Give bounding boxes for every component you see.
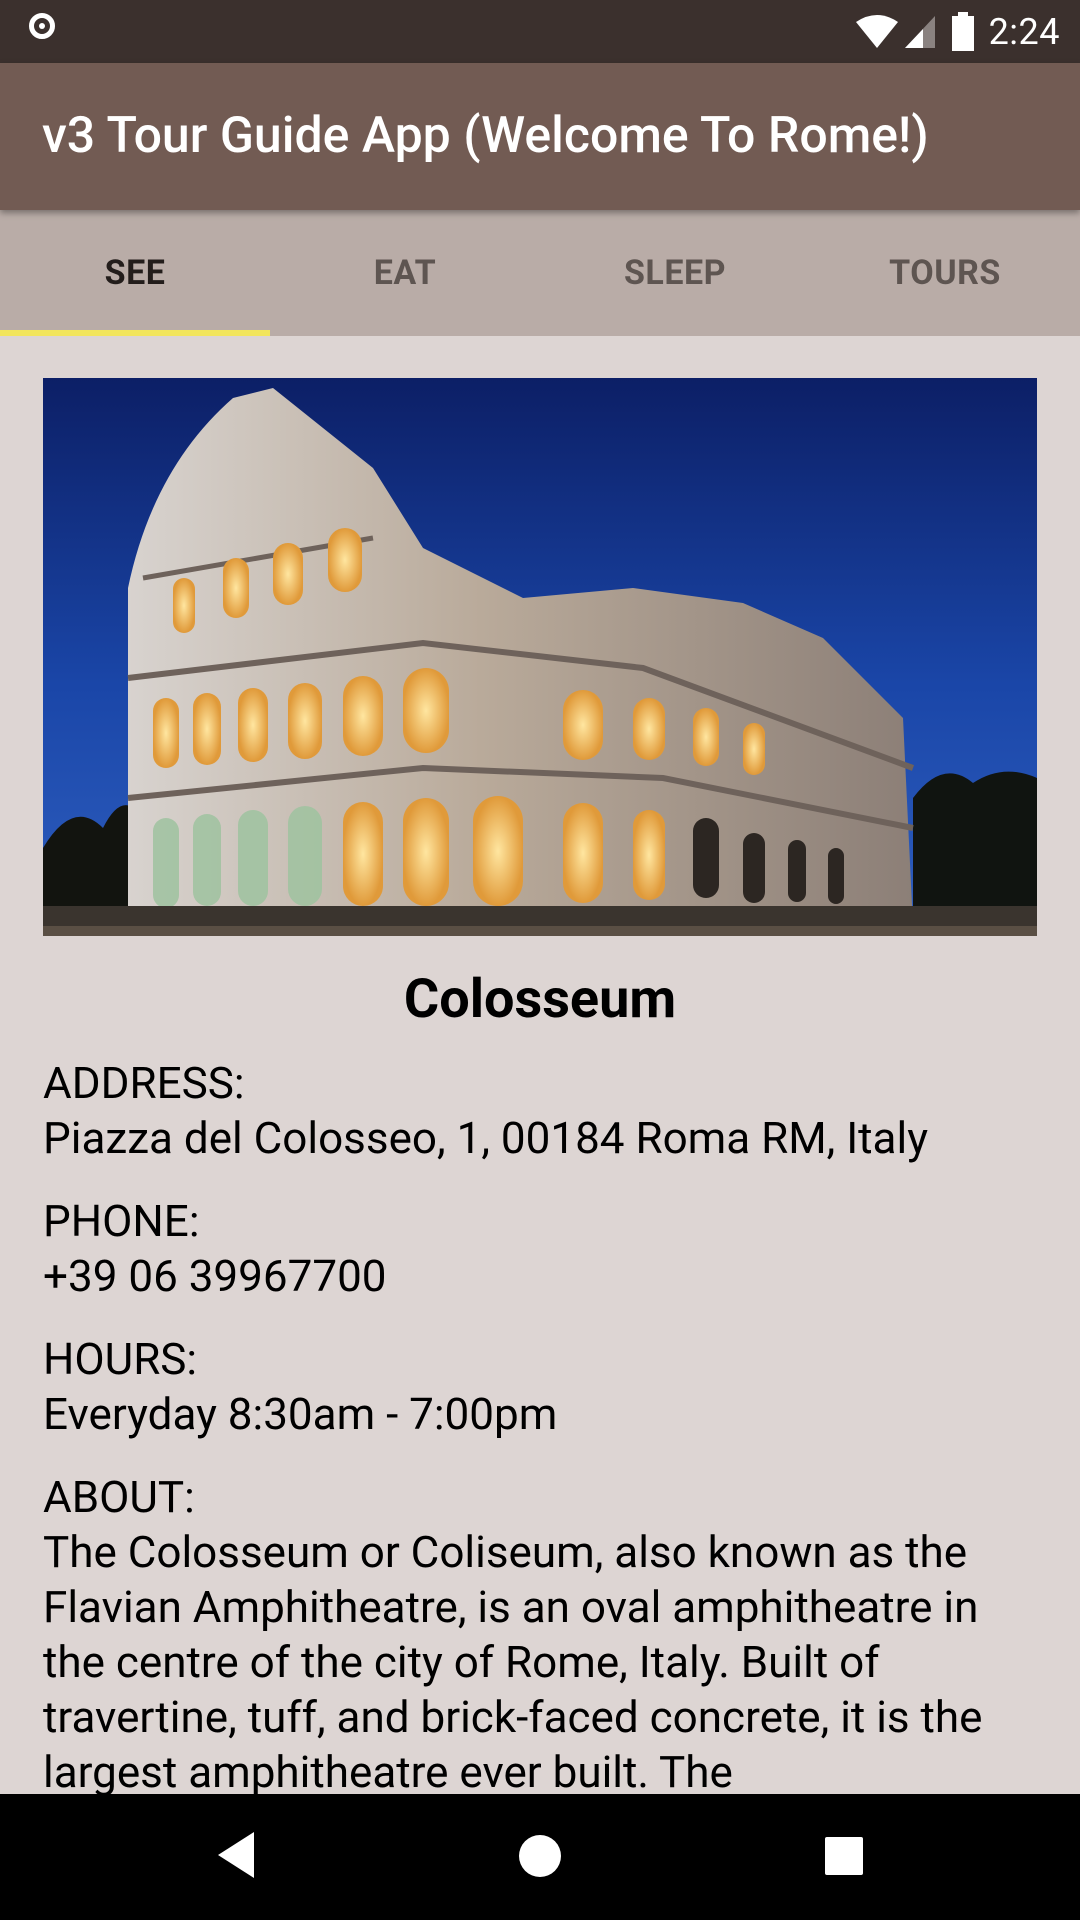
hours-section: HOURS: Everyday 8:30am - 7:00pm xyxy=(43,1332,1043,1442)
status-icons: 2:24 xyxy=(855,6,1060,58)
status-time: 2:24 xyxy=(988,11,1060,53)
navigation-bar xyxy=(0,1794,1080,1920)
record-icon xyxy=(29,13,55,39)
tab-sleep[interactable]: SLEEP xyxy=(540,210,810,336)
tab-label: EAT xyxy=(373,253,437,293)
about-section: ABOUT: The Colosseum or Coliseum, also k… xyxy=(43,1470,1043,1794)
place-info: ADDRESS: Piazza del Colosseo, 1, 00184 R… xyxy=(43,1056,1043,1794)
place-detail[interactable]: Colosseum ADDRESS: Piazza del Colosseo, … xyxy=(0,336,1080,1794)
address-value: Piazza del Colosseo, 1, 00184 Roma RM, I… xyxy=(43,1112,929,1164)
battery-icon xyxy=(951,12,974,51)
about-label: ABOUT: xyxy=(43,1471,195,1523)
recents-icon[interactable] xyxy=(824,1836,864,1876)
app-bar: v3 Tour Guide App (Welcome To Rome!) xyxy=(0,63,1080,210)
phone-section: PHONE: +39 06 39967700 xyxy=(43,1194,1043,1304)
tab-label: SEE xyxy=(104,253,166,293)
phone-label: PHONE: xyxy=(43,1195,200,1247)
address-label: ADDRESS: xyxy=(43,1057,245,1109)
hours-value: Everyday 8:30am - 7:00pm xyxy=(43,1388,558,1440)
tab-label: SLEEP xyxy=(624,253,726,293)
back-icon[interactable] xyxy=(216,1830,256,1880)
home-icon[interactable] xyxy=(518,1834,562,1878)
status-bar: 2:24 xyxy=(0,0,1080,63)
about-text: The Colosseum or Coliseum, also known as… xyxy=(43,1526,983,1794)
colosseum-image xyxy=(43,378,1037,936)
wifi-icon xyxy=(855,15,898,48)
tab-bar: SEE EAT SLEEP TOURS xyxy=(0,210,1080,336)
hours-label: HOURS: xyxy=(43,1333,198,1385)
signal-icon xyxy=(904,16,935,48)
app-title: v3 Tour Guide App (Welcome To Rome!) xyxy=(42,107,929,165)
phone-value: +39 06 39967700 xyxy=(43,1250,387,1302)
tab-eat[interactable]: EAT xyxy=(270,210,540,336)
tab-tours[interactable]: TOURS xyxy=(810,210,1080,336)
tab-label: TOURS xyxy=(889,253,1001,293)
address-section: ADDRESS: Piazza del Colosseo, 1, 00184 R… xyxy=(43,1056,1043,1166)
place-name: Colosseum xyxy=(403,968,677,1031)
tab-see[interactable]: SEE xyxy=(0,210,270,336)
